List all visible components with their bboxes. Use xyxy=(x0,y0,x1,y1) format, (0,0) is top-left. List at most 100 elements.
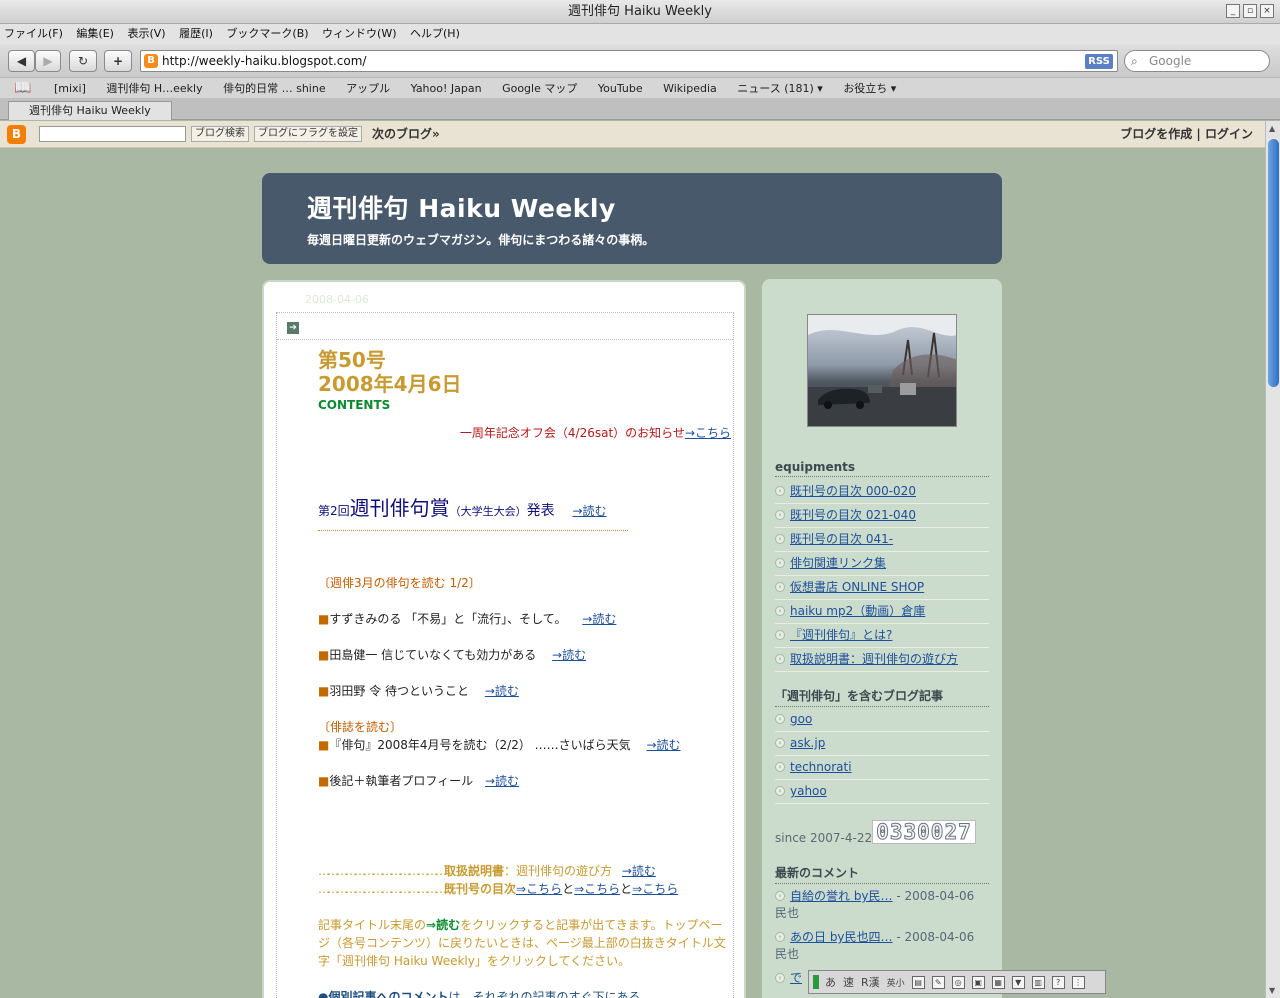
ime-tool-icon[interactable]: ▤ xyxy=(911,975,925,989)
sidebar-link[interactable]: 既刊号の目次 041- xyxy=(790,532,893,546)
forward-button[interactable]: ▶ xyxy=(35,50,61,72)
sidebar-link-item[interactable]: › 『週刊俳句』とは? xyxy=(775,624,989,648)
back-link-2[interactable]: ⇒こちら xyxy=(574,882,620,896)
rss-button[interactable]: RSS xyxy=(1085,54,1113,69)
ime-mode[interactable]: R漢 xyxy=(861,974,880,990)
ime-menu-icon[interactable]: ⋮ xyxy=(1071,975,1085,989)
bookmark-item[interactable]: 俳句的日常 … shine xyxy=(223,79,326,98)
sidebar-link-item[interactable]: › 仮想書店 ONLINE SHOP xyxy=(775,576,989,600)
sidebar-link[interactable]: 俳句関連リンク集 xyxy=(790,556,886,570)
help-icon[interactable]: ? xyxy=(1051,975,1065,989)
menu-edit[interactable]: 編集(E) xyxy=(76,24,114,44)
reload-button[interactable]: ↻ xyxy=(69,50,97,72)
ime-tool-icon[interactable]: ◎ xyxy=(951,975,965,989)
menu-history[interactable]: 履歴(I) xyxy=(179,24,213,44)
sidebar-link-item[interactable]: › 既刊号の目次 000-020 xyxy=(775,480,989,504)
bullet-square: ■ xyxy=(318,684,330,698)
bookmark-item[interactable]: Wikipedia xyxy=(663,79,717,98)
ime-tool-icon[interactable]: ▼ xyxy=(1011,975,1025,989)
menu-bookmarks[interactable]: ブックマーク(B) xyxy=(226,24,308,44)
vertical-scrollbar[interactable]: ▲ ▼ xyxy=(1265,121,1280,998)
bookmark-item[interactable]: Google マップ xyxy=(502,79,577,98)
scroll-up-icon[interactable]: ▲ xyxy=(1269,124,1275,133)
manual-read-link[interactable]: →読む xyxy=(622,864,656,878)
scroll-down-icon[interactable]: ▼ xyxy=(1269,986,1275,995)
award-read-link[interactable]: →読む xyxy=(572,504,606,518)
back-link-1[interactable]: ⇒こちら xyxy=(516,882,562,896)
url-input[interactable]: http://weekly-haiku.blogspot.com/ xyxy=(162,51,366,71)
flag-blog-button[interactable]: ブログにフラグを設定 xyxy=(254,126,362,142)
sidebar-link-item[interactable]: › haiku mp2（動画）倉庫 xyxy=(775,600,989,624)
bookmark-item[interactable]: 週刊俳句 H…eekly xyxy=(106,79,202,98)
restore-icon[interactable]: ▫ xyxy=(1243,4,1257,18)
menu-help[interactable]: ヘルプ(H) xyxy=(410,24,460,44)
sidebar-link[interactable]: 既刊号の目次 000-020 xyxy=(790,484,916,498)
minimize-icon[interactable]: _ xyxy=(1226,4,1240,18)
post-date: 2008-04-06 xyxy=(305,293,369,306)
post-arrow-icon[interactable]: ➔ xyxy=(287,322,299,334)
usage-note: 記事タイトル末尾の⇒読むをクリックすると記事が出てきます。トップページ（各号コン… xyxy=(318,916,730,970)
sidebar-link-item[interactable]: › 取扱説明書：週刊俳句の遊び方 xyxy=(775,648,989,672)
scroll-thumb[interactable] xyxy=(1268,139,1279,387)
bookmark-item[interactable]: Yahoo! Japan xyxy=(411,79,482,98)
sidebar-link[interactable]: 既刊号の目次 021-040 xyxy=(790,508,916,522)
article-item: ■羽田野 令 待つということ →読む xyxy=(318,682,519,699)
ime-mode[interactable]: 英小 xyxy=(887,976,905,989)
tab-active[interactable]: 週刊俳句 Haiku Weekly xyxy=(8,101,172,120)
login-link[interactable]: ログイン xyxy=(1205,127,1253,141)
comment-link[interactable]: あの日 by民也四… xyxy=(790,930,893,944)
bookmark-folder[interactable]: ニュース (181) ▾ xyxy=(737,79,823,98)
book-icon[interactable]: 📖 xyxy=(14,78,31,98)
ime-tool-icon[interactable]: ✎ xyxy=(931,975,945,989)
sidebar-link-item[interactable]: › goo xyxy=(775,708,989,732)
sidebar-link[interactable]: technorati xyxy=(790,760,852,774)
ime-mode[interactable]: 速 xyxy=(843,974,854,990)
add-bookmark-button[interactable]: + xyxy=(104,50,132,72)
search-field[interactable]: ⌕ Google xyxy=(1124,50,1270,72)
ime-grip-icon[interactable] xyxy=(813,975,819,989)
blog-search-input[interactable] xyxy=(39,126,186,142)
sidebar-link-item[interactable]: › 俳句関連リンク集 xyxy=(775,552,989,576)
sidebar-link-item[interactable]: › yahoo xyxy=(775,780,989,804)
sidebar-link[interactable]: haiku mp2（動画）倉庫 xyxy=(790,604,925,618)
back-link-3[interactable]: ⇒こちら xyxy=(632,882,678,896)
close-icon[interactable]: × xyxy=(1260,4,1274,18)
next-blog-link[interactable]: 次のブログ» xyxy=(372,125,440,143)
ime-tool-icon[interactable]: ▥ xyxy=(1031,975,1045,989)
offkai-link[interactable]: →こちら xyxy=(685,426,731,440)
read-link[interactable]: →読む xyxy=(485,684,519,698)
bookmark-folder[interactable]: お役立ち ▾ xyxy=(843,79,896,98)
comment-link[interactable]: 自給の誉れ by民… xyxy=(790,889,893,903)
read-link[interactable]: →読む xyxy=(485,774,519,788)
bullet-arrow-icon: › xyxy=(775,761,785,772)
ime-tool-icon[interactable]: ▣ xyxy=(971,975,985,989)
sidebar-link-item[interactable]: › ask.jp xyxy=(775,732,989,756)
ime-tool-icon[interactable]: ▦ xyxy=(991,975,1005,989)
create-blog-link[interactable]: ブログを作成 xyxy=(1120,127,1192,141)
bookmark-item[interactable]: [mixi] xyxy=(54,79,86,98)
blog-title[interactable]: 週刊俳句 Haiku Weekly xyxy=(307,189,616,225)
read-link[interactable]: →読む xyxy=(582,612,616,626)
sidebar-link[interactable]: ask.jp xyxy=(790,736,825,750)
menu-file[interactable]: ファイル(F) xyxy=(4,24,63,44)
blog-search-button[interactable]: ブログ検索 xyxy=(191,126,249,142)
blogger-logo-icon[interactable]: B xyxy=(7,125,26,144)
read-link[interactable]: →読む xyxy=(646,738,680,752)
comment-link[interactable]: で xyxy=(790,971,802,985)
menu-window[interactable]: ウィンドウ(W) xyxy=(322,24,396,44)
menu-view[interactable]: 表示(V) xyxy=(127,24,165,44)
read-link[interactable]: →読む xyxy=(552,648,586,662)
sidebar-link[interactable]: yahoo xyxy=(790,784,827,798)
bookmark-item[interactable]: アップル xyxy=(346,79,390,98)
sidebar-link-item[interactable]: › 既刊号の目次 041- xyxy=(775,528,989,552)
ime-mode[interactable]: あ xyxy=(825,974,836,990)
address-bar[interactable]: B http://weekly-haiku.blogspot.com/ RSS xyxy=(140,50,1118,72)
sidebar-link-item[interactable]: › 既刊号の目次 021-040 xyxy=(775,504,989,528)
sidebar-link[interactable]: 『週刊俳句』とは? xyxy=(790,628,892,642)
sidebar-link-item[interactable]: › technorati xyxy=(775,756,989,780)
sidebar-link[interactable]: 取扱説明書：週刊俳句の遊び方 xyxy=(790,652,958,666)
sidebar-link[interactable]: 仮想書店 ONLINE SHOP xyxy=(790,580,924,594)
back-button[interactable]: ◀ xyxy=(8,50,35,72)
sidebar-link[interactable]: goo xyxy=(790,712,812,726)
bookmark-item[interactable]: YouTube xyxy=(598,79,643,98)
